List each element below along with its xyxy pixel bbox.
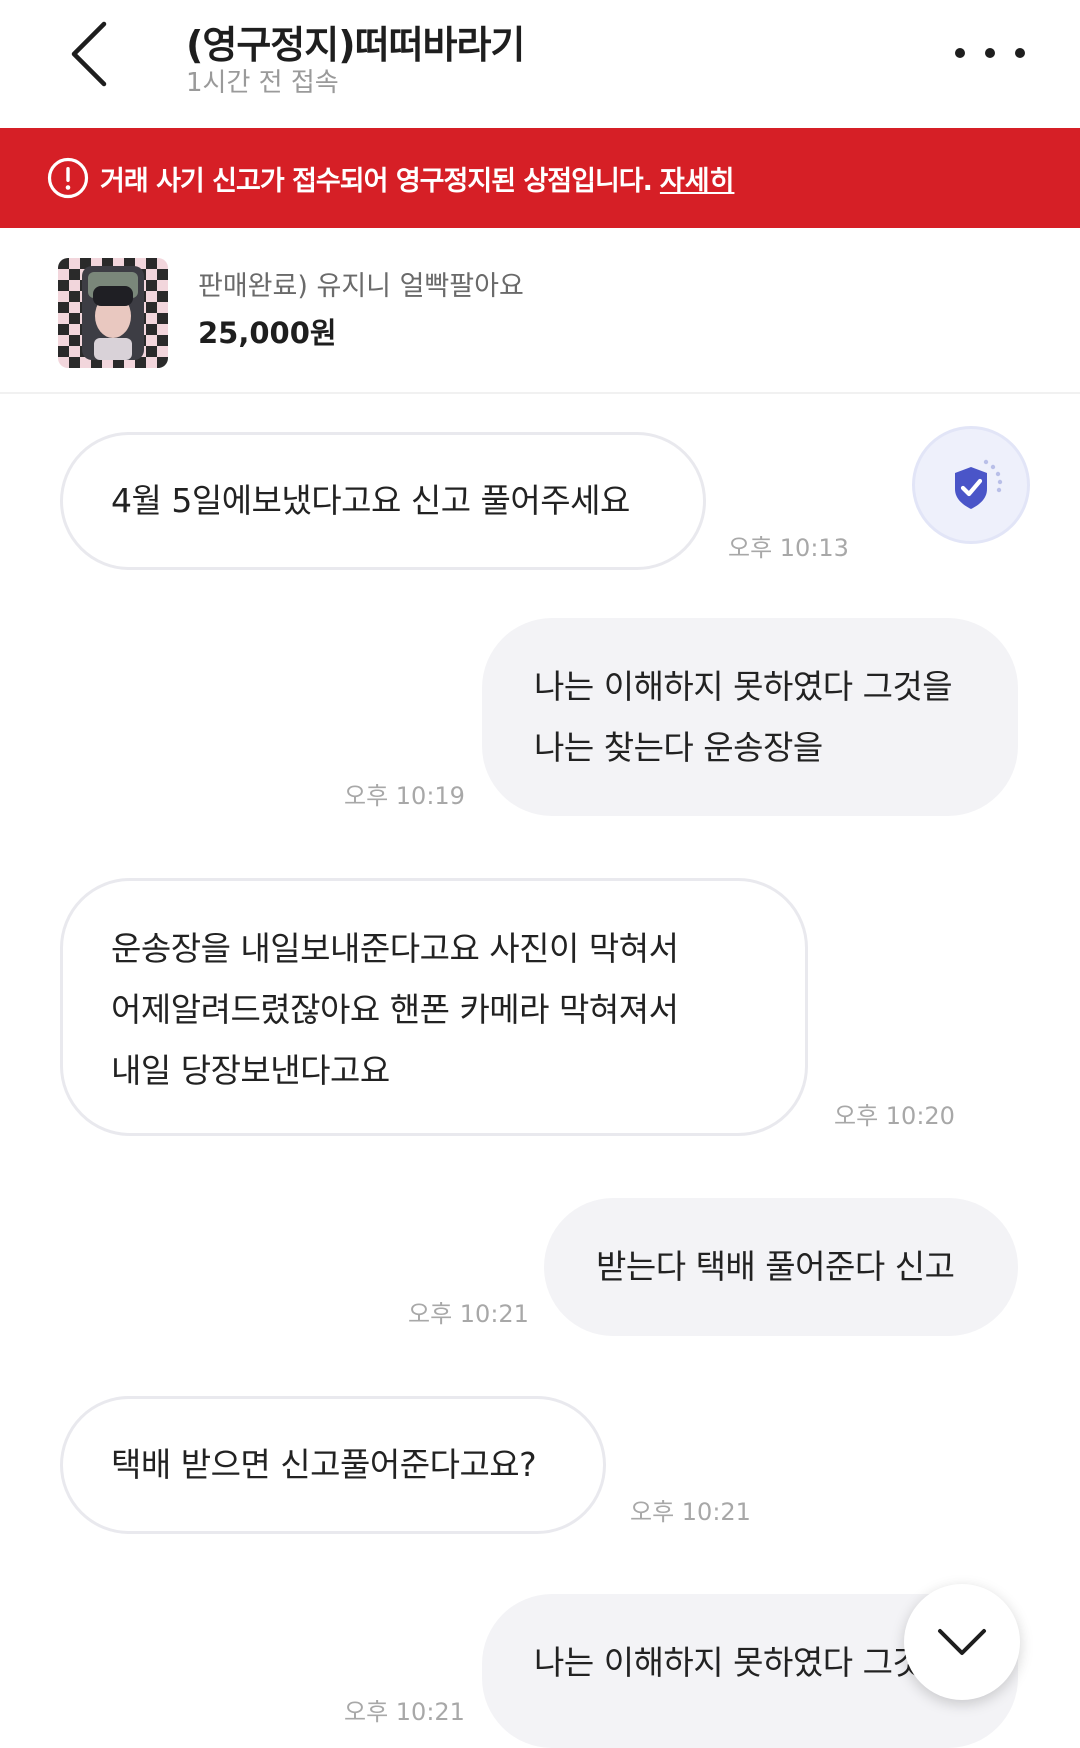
message-bubble-received: 운송장을 내일보내준다고요 사진이 막혀서 어제알려드렸잖아요 핸폰 카메라 막…: [60, 878, 808, 1136]
message-time: 오후 10:21: [408, 1300, 529, 1328]
shield-check-icon: [955, 459, 1003, 509]
safe-trade-button[interactable]: [912, 426, 1030, 544]
banner-details-link[interactable]: 자세히: [660, 159, 735, 198]
message-time: 오후 10:20: [834, 1102, 955, 1130]
product-card[interactable]: 판매완료) 유지니 얼빡팔아요 25,000원: [0, 228, 1080, 394]
chevron-down-icon: [938, 1629, 986, 1655]
product-photo-image: [58, 258, 168, 368]
more-dot-icon: [955, 48, 965, 58]
alert-circle-icon: [47, 157, 89, 199]
message-bubble-sent: 나는 이해하지 못하였다 그것을 나는 찾는다 운송장을: [482, 618, 1018, 816]
chevron-left-icon: [71, 21, 107, 87]
message-time: 오후 10:21: [630, 1498, 751, 1526]
message-text: 나는 이해하지 못하였다 그것을: [534, 667, 953, 706]
banner-message: 거래 사기 신고가 접수되어 영구정지된 상점입니다.: [100, 165, 653, 197]
message-text: 나는 이해하지 못하였다 그것: [534, 1643, 923, 1682]
more-dot-icon: [985, 48, 995, 58]
message-text: 어제알려드렸잖아요 핸폰 카메라 막혀져서: [111, 990, 679, 1029]
message-text: 4월 5일에보냈다고요 신고 풀어주세요: [111, 481, 630, 520]
message-bubble-received: 4월 5일에보냈다고요 신고 풀어주세요: [60, 432, 706, 570]
message-text: 택배 받으면 신고풀어준다고요?: [111, 1445, 537, 1484]
product-name: 판매완료) 유지니 얼빡팔아요: [198, 271, 524, 302]
message-time: 오후 10:19: [344, 782, 465, 810]
message-text: 운송장을 내일보내준다고요 사진이 막혀서: [111, 929, 679, 968]
message-bubble-received: 택배 받으면 신고풀어준다고요?: [60, 1396, 606, 1534]
product-price: 25,000원: [198, 316, 337, 350]
page-title: (영구정지)떠떠바라기: [186, 23, 525, 67]
message-text: 받는다 택배 풀어준다 신고: [596, 1247, 955, 1286]
message-list[interactable]: 4월 5일에보냈다고요 신고 풀어주세요 오후 10:13 나는 이해하지 못하…: [0, 396, 1080, 1748]
more-options-button[interactable]: [955, 40, 1025, 66]
chat-header: (영구정지)떠떠바라기 1시간 전 접속: [0, 0, 1080, 128]
scroll-to-bottom-button[interactable]: [904, 1584, 1020, 1700]
back-button[interactable]: [66, 18, 126, 90]
last-seen-status: 1시간 전 접속: [186, 68, 339, 98]
product-thumbnail: [58, 258, 168, 368]
more-dot-icon: [1015, 48, 1025, 58]
message-text: 나는 찾는다 운송장을: [534, 728, 823, 767]
suspension-banner: 거래 사기 신고가 접수되어 영구정지된 상점입니다. 자세히: [0, 128, 1080, 228]
message-text: 내일 당장보낸다고요: [111, 1051, 390, 1090]
message-bubble-sent: 받는다 택배 풀어준다 신고: [544, 1198, 1018, 1336]
message-time: 오후 10:13: [728, 534, 849, 562]
message-time: 오후 10:21: [344, 1698, 465, 1726]
